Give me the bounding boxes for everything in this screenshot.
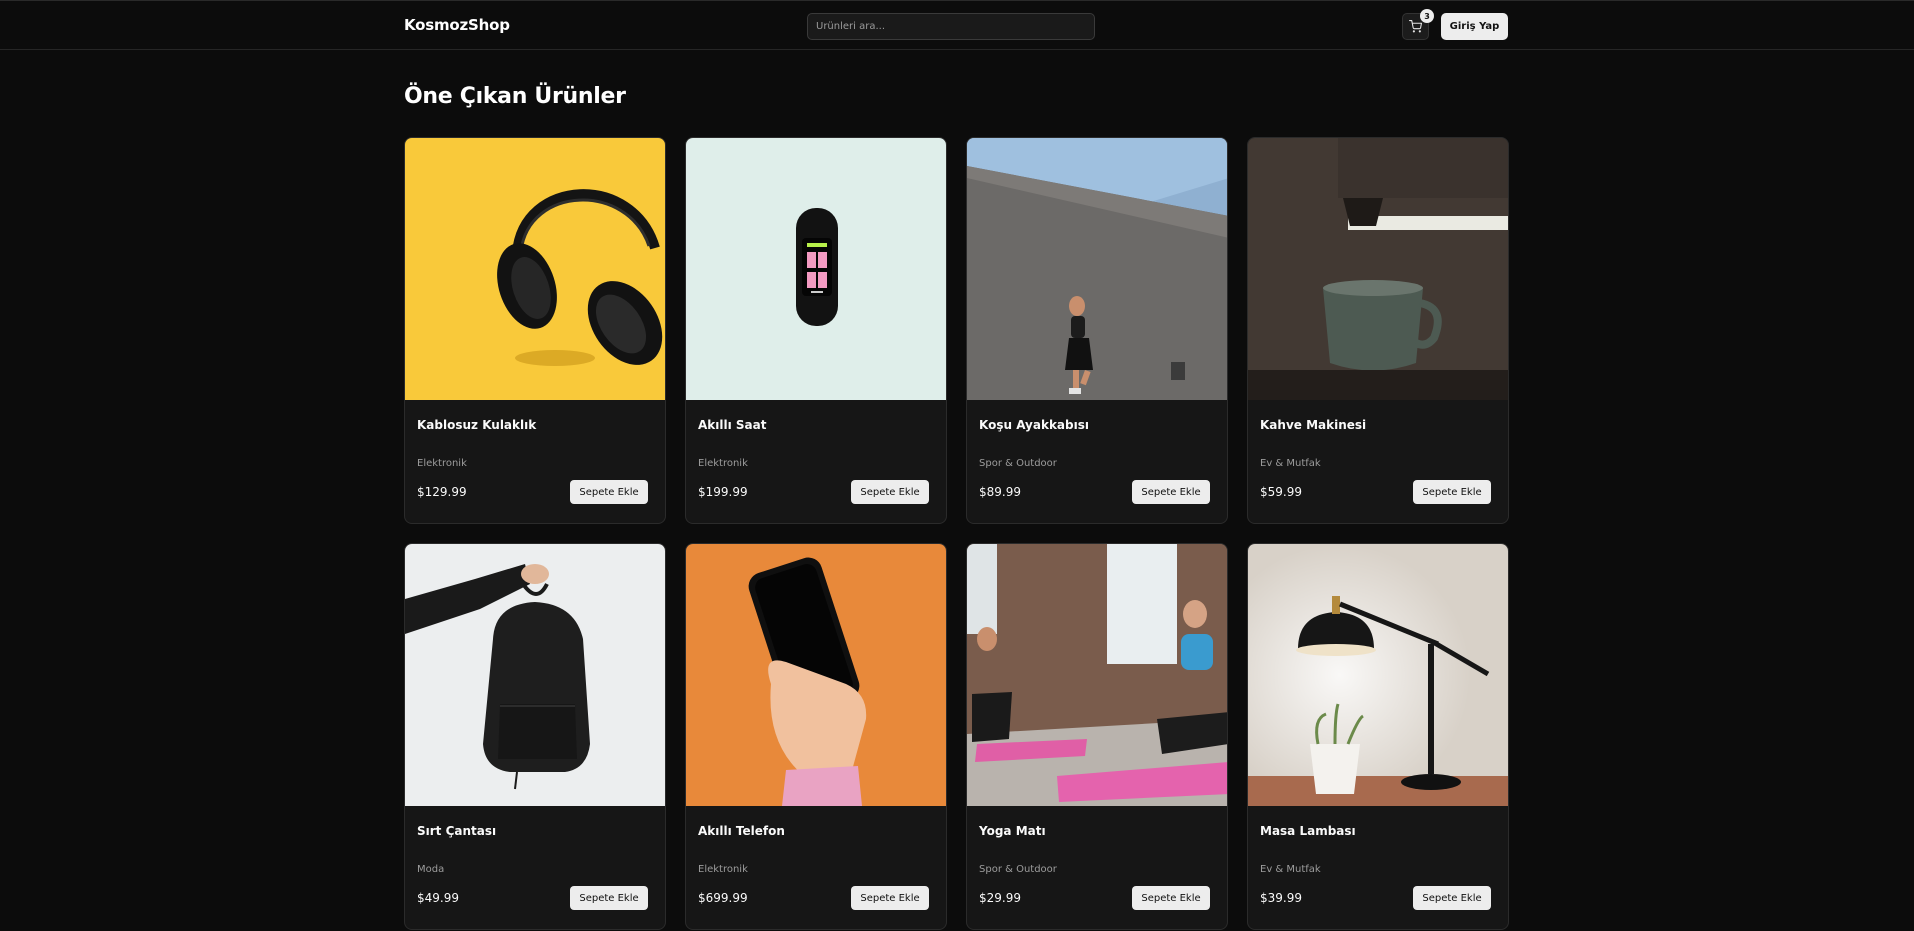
product-price: $199.99 bbox=[698, 485, 748, 499]
search-input[interactable] bbox=[807, 13, 1095, 40]
add-to-cart-button[interactable]: Sepete Ekle bbox=[570, 886, 648, 910]
product-card[interactable]: Kahve Makinesi Ev & Mutfak $59.99 Sepete… bbox=[1247, 137, 1509, 524]
product-card[interactable]: Masa Lambası Ev & Mutfak $39.99 Sepete E… bbox=[1247, 543, 1509, 930]
phone-image[interactable] bbox=[686, 544, 946, 806]
product-card[interactable]: Kablosuz Kulaklık Elektronik $129.99 Sep… bbox=[404, 137, 666, 524]
add-to-cart-button[interactable]: Sepete Ekle bbox=[1413, 886, 1491, 910]
add-to-cart-button[interactable]: Sepete Ekle bbox=[570, 480, 648, 504]
backpack-image[interactable] bbox=[405, 544, 665, 806]
product-category: Ev & Mutfak bbox=[1260, 864, 1321, 875]
product-name: Sırt Çantası bbox=[417, 824, 497, 838]
site-logo[interactable]: KosmozShop bbox=[404, 16, 510, 34]
product-name: Masa Lambası bbox=[1260, 824, 1356, 838]
product-category: Elektronik bbox=[417, 458, 467, 469]
product-name: Akıllı Telefon bbox=[698, 824, 785, 838]
smartwatch-image[interactable] bbox=[686, 138, 946, 400]
product-price: $129.99 bbox=[417, 485, 467, 499]
product-name: Akıllı Saat bbox=[698, 418, 767, 432]
lamp-image[interactable] bbox=[1248, 544, 1508, 806]
cart-count-badge: 3 bbox=[1420, 9, 1434, 23]
product-category: Spor & Outdoor bbox=[979, 458, 1057, 469]
product-card[interactable]: Akıllı Saat Elektronik $199.99 Sepete Ek… bbox=[685, 137, 947, 524]
product-price: $89.99 bbox=[979, 485, 1021, 499]
product-name: Kablosuz Kulaklık bbox=[417, 418, 537, 432]
product-price: $59.99 bbox=[1260, 485, 1302, 499]
cart-icon bbox=[1409, 20, 1422, 33]
product-name: Koşu Ayakkabısı bbox=[979, 418, 1089, 432]
product-card[interactable]: Koşu Ayakkabısı Spor & Outdoor $89.99 Se… bbox=[966, 137, 1228, 524]
product-category: Ev & Mutfak bbox=[1260, 458, 1321, 469]
page-title: Öne Çıkan Ürünler bbox=[404, 84, 626, 109]
product-category: Elektronik bbox=[698, 458, 748, 469]
add-to-cart-button[interactable]: Sepete Ekle bbox=[1132, 480, 1210, 504]
product-category: Elektronik bbox=[698, 864, 748, 875]
product-card[interactable]: Yoga Matı Spor & Outdoor $29.99 Sepete E… bbox=[966, 543, 1228, 930]
product-price: $699.99 bbox=[698, 891, 748, 905]
headphones-image[interactable] bbox=[405, 138, 665, 400]
add-to-cart-button[interactable]: Sepete Ekle bbox=[1413, 480, 1491, 504]
product-name: Kahve Makinesi bbox=[1260, 418, 1367, 432]
top-navbar: KosmozShop 3 Giriş Yap bbox=[0, 0, 1914, 50]
product-name: Yoga Matı bbox=[979, 824, 1046, 838]
cart-button[interactable]: 3 bbox=[1402, 9, 1434, 40]
product-price: $49.99 bbox=[417, 891, 459, 905]
login-button[interactable]: Giriş Yap bbox=[1441, 13, 1508, 40]
runner-image[interactable] bbox=[967, 138, 1227, 400]
add-to-cart-button[interactable]: Sepete Ekle bbox=[851, 480, 929, 504]
product-category: Spor & Outdoor bbox=[979, 864, 1057, 875]
product-price: $39.99 bbox=[1260, 891, 1302, 905]
product-card[interactable]: Sırt Çantası Moda $49.99 Sepete Ekle bbox=[404, 543, 666, 930]
product-card[interactable]: Akıllı Telefon Elektronik $699.99 Sepete… bbox=[685, 543, 947, 930]
product-grid: Kablosuz Kulaklık Elektronik $129.99 Sep… bbox=[404, 137, 1509, 930]
add-to-cart-button[interactable]: Sepete Ekle bbox=[851, 886, 929, 910]
yoga-image[interactable] bbox=[967, 544, 1227, 806]
product-price: $29.99 bbox=[979, 891, 1021, 905]
add-to-cart-button[interactable]: Sepete Ekle bbox=[1132, 886, 1210, 910]
coffee-image[interactable] bbox=[1248, 138, 1508, 400]
product-category: Moda bbox=[417, 864, 445, 875]
